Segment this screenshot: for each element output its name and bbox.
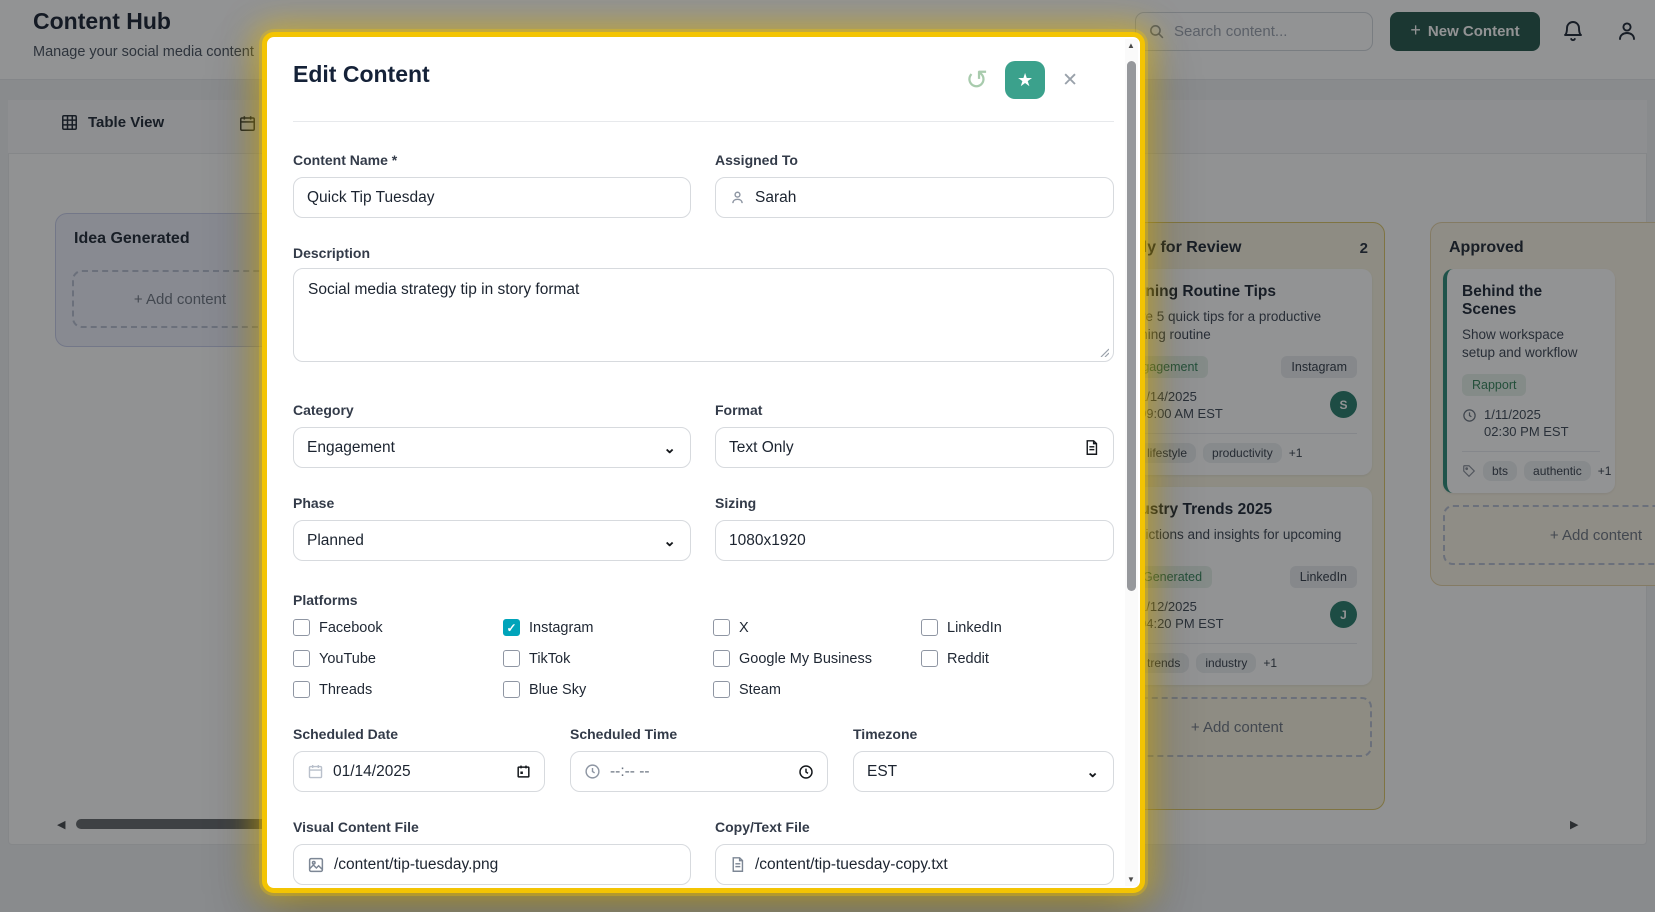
checkbox-label: TikTok <box>529 650 571 667</box>
format-label: Format <box>715 402 763 418</box>
platforms-label: Platforms <box>293 592 358 608</box>
visual-file-label: Visual Content File <box>293 819 419 835</box>
format-value: Text Only <box>729 438 794 456</box>
chevron-down-icon: ⌄ <box>663 439 676 457</box>
category-value: Engagement <box>307 438 395 456</box>
content-name-input[interactable]: Quick Tip Tuesday <box>293 177 691 218</box>
edit-content-modal: Edit Content ↺ ★ ✕ Content Name * Quick … <box>262 32 1145 893</box>
checkbox-reddit[interactable]: Reddit <box>921 650 1114 667</box>
chevron-down-icon: ⌄ <box>1086 763 1099 781</box>
checkbox-box[interactable] <box>503 650 520 667</box>
format-input[interactable]: Text Only <box>715 427 1114 468</box>
modal-title: Edit Content <box>293 61 430 87</box>
star-icon: ★ <box>1017 69 1034 90</box>
favorite-star-button[interactable]: ★ <box>1005 61 1046 99</box>
scheduled-time-value: --:-- -- <box>610 762 650 780</box>
checkbox-box[interactable] <box>713 619 730 636</box>
timezone-value: EST <box>867 762 898 780</box>
assigned-to-input[interactable]: Sarah <box>715 177 1114 218</box>
checkbox-tiktok[interactable]: TikTok <box>503 650 713 667</box>
checkbox-box[interactable] <box>713 650 730 667</box>
checkbox-label: X <box>739 619 749 636</box>
checkbox-instagram[interactable]: ✓ Instagram <box>503 619 713 636</box>
checkbox-label: Facebook <box>319 619 383 636</box>
scheduled-time-input[interactable]: --:-- -- <box>570 751 828 792</box>
check-icon: ✓ <box>506 620 517 635</box>
content-name-value: Quick Tip Tuesday <box>307 188 435 206</box>
undo-icon[interactable]: ↺ <box>965 66 988 94</box>
scheduled-date-value: 01/14/2025 <box>333 762 411 780</box>
sizing-label: Sizing <box>715 495 757 511</box>
clock-icon <box>584 763 601 780</box>
copy-file-label: Copy/Text File <box>715 819 810 835</box>
checkbox-linkedin[interactable]: LinkedIn <box>921 619 1114 636</box>
checkbox-steam[interactable]: Steam <box>713 681 921 698</box>
close-icon[interactable]: ✕ <box>1062 69 1078 92</box>
text-file-icon <box>729 856 746 873</box>
scheduled-date-label: Scheduled Date <box>293 726 399 742</box>
category-label: Category <box>293 402 354 418</box>
resize-grip-icon[interactable] <box>1099 347 1109 357</box>
modal-scrollbar[interactable]: ▲ ▼ <box>1125 39 1138 886</box>
timezone-select[interactable]: EST ⌄ <box>853 751 1114 792</box>
chevron-down-icon: ⌄ <box>663 532 676 550</box>
checkbox-label: Blue Sky <box>529 681 587 698</box>
sizing-value: 1080x1920 <box>729 531 806 549</box>
checkbox-threads[interactable]: Threads <box>293 681 503 698</box>
checkbox-box[interactable] <box>293 681 310 698</box>
phase-value: Planned <box>307 531 364 549</box>
copy-file-value: /content/tip-tuesday-copy.txt <box>755 855 948 873</box>
copy-file-input[interactable]: /content/tip-tuesday-copy.txt <box>715 844 1114 885</box>
checkbox-box-checked[interactable]: ✓ <box>503 619 520 636</box>
visual-file-input[interactable]: /content/tip-tuesday.png <box>293 844 691 885</box>
scheduled-date-input[interactable]: 01/14/2025 <box>293 751 545 792</box>
checkbox-label: Instagram <box>529 619 594 636</box>
modal-header: Edit Content ↺ ★ ✕ <box>293 37 1114 122</box>
checkbox-box[interactable] <box>503 681 520 698</box>
assigned-to-value: Sarah <box>755 188 797 206</box>
checkbox-x[interactable]: X <box>713 619 921 636</box>
checkbox-box[interactable] <box>921 650 938 667</box>
person-icon <box>729 189 746 206</box>
modal-scrollbar-thumb[interactable] <box>1127 61 1136 591</box>
checkbox-box[interactable] <box>293 619 310 636</box>
document-icon <box>1083 439 1100 456</box>
assigned-to-label: Assigned To <box>715 152 798 168</box>
platforms-grid: Facebook ✓ Instagram X LinkedIn YouTube T… <box>293 619 1114 698</box>
checkbox-google-my-business[interactable]: Google My Business <box>713 650 921 667</box>
content-name-label: Content Name * <box>293 152 398 168</box>
timezone-label: Timezone <box>853 726 918 742</box>
scheduled-time-label: Scheduled Time <box>570 726 678 742</box>
checkbox-label: LinkedIn <box>947 619 1002 636</box>
phase-label: Phase <box>293 495 335 511</box>
time-picker-clock-icon[interactable] <box>798 764 814 780</box>
date-picker-icon[interactable] <box>516 764 531 779</box>
scroll-down-icon[interactable]: ▼ <box>1127 875 1135 884</box>
image-icon <box>307 856 325 874</box>
checkbox-blue-sky[interactable]: Blue Sky <box>503 681 713 698</box>
category-select[interactable]: Engagement ⌄ <box>293 427 691 468</box>
checkbox-box[interactable] <box>293 650 310 667</box>
checkbox-label: Steam <box>739 681 781 698</box>
checkbox-label: Threads <box>319 681 373 698</box>
checkbox-facebook[interactable]: Facebook <box>293 619 503 636</box>
checkbox-label: Google My Business <box>739 650 872 667</box>
calendar-icon <box>307 763 324 780</box>
checkbox-youtube[interactable]: YouTube <box>293 650 503 667</box>
checkbox-box[interactable] <box>921 619 938 636</box>
visual-file-value: /content/tip-tuesday.png <box>334 855 499 873</box>
phase-select[interactable]: Planned ⌄ <box>293 520 691 561</box>
scroll-up-icon[interactable]: ▲ <box>1127 41 1135 50</box>
checkbox-label: YouTube <box>319 650 376 667</box>
description-label: Description <box>293 245 371 261</box>
checkbox-label: Reddit <box>947 650 989 667</box>
description-textarea[interactable]: Social media strategy tip in story forma… <box>293 268 1114 362</box>
checkbox-box[interactable] <box>713 681 730 698</box>
description-value: Social media strategy tip in story forma… <box>308 281 580 298</box>
sizing-input[interactable]: 1080x1920 <box>715 520 1114 561</box>
